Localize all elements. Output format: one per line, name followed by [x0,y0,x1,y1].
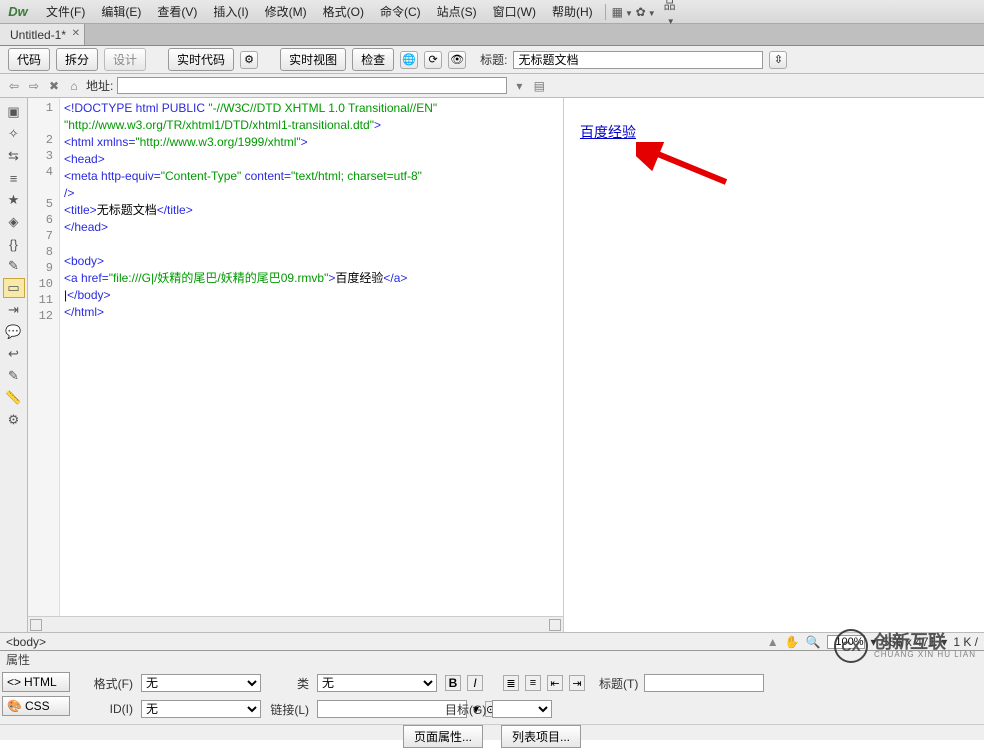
globe-icon[interactable]: 🌐 [400,51,418,69]
tool-brackets-icon[interactable]: ≡ [3,168,25,188]
zoom-icon[interactable]: 🔍 [806,635,821,649]
code-content[interactable]: <!DOCTYPE html PUBLIC "-//W3C//DTD XHTML… [60,98,563,616]
id-select[interactable]: 无 [141,700,261,718]
horizontal-scrollbar[interactable] [28,616,563,632]
menu-help[interactable]: 帮助(H) [544,1,601,22]
css-mode-button[interactable]: 🎨CSS [2,696,70,716]
format-label: 格式(F) [78,675,133,692]
tool-wrap-icon[interactable]: ↩ [3,344,25,364]
bold-button[interactable]: B [445,675,461,691]
ol-button[interactable]: ≡ [525,675,541,691]
menu-window[interactable]: 窗口(W) [485,1,544,22]
left-toolbar: ▣ ✧ ⇆ ≡ ★ ◈ {} ✎ ▭ ⇥ 💬 ↩ ✎ 📏 ⚙ [0,98,28,632]
main-area: ▣ ✧ ⇆ ≡ ★ ◈ {} ✎ ▭ ⇥ 💬 ↩ ✎ 📏 ⚙ 1 234 567… [0,98,984,632]
live-code-button[interactable]: 实时代码 [168,48,234,71]
indent-button[interactable]: ⇥ [569,675,585,691]
italic-button[interactable]: I [467,675,483,691]
tool-swap-icon[interactable]: ⇆ [3,146,25,166]
watermark-brand: 创新互联 [874,633,976,651]
tool-indent-icon[interactable]: ⇥ [3,300,25,320]
tool-braces-icon[interactable]: {} [3,234,25,254]
eye-icon[interactable]: 👁 [448,51,466,69]
menu-bar: Dw 文件(F) 编辑(E) 查看(V) 插入(I) 修改(M) 格式(O) 命… [0,0,984,24]
document-tab[interactable]: Untitled-1* ✕ [0,24,85,45]
inspect-button[interactable]: 检查 [352,48,394,71]
forward-icon[interactable]: ⇨ [26,79,42,93]
pointer-icon[interactable]: ▲ [767,635,779,649]
tool-gear-icon[interactable]: ⚙ [3,410,25,430]
menu-edit[interactable]: 编辑(E) [93,1,149,22]
layout-icon[interactable]: ▦▼ [612,5,632,19]
target-select[interactable] [492,700,552,718]
back-icon[interactable]: ⇦ [6,79,22,93]
title-attr-input[interactable] [644,674,764,692]
tool-highlight-icon[interactable]: ▭ [3,278,25,298]
code-view-button[interactable]: 代码 [8,48,50,71]
menu-site[interactable]: 站点(S) [429,1,485,22]
watermark-sub: CHUANG XIN HU LIAN [874,651,976,659]
tool-comment-icon[interactable]: ✎ [3,256,25,276]
app-logo: Dw [4,2,32,22]
address-bar: ⇦ ⇨ ✖ ⌂ 地址: ▾ ▤ [0,74,984,98]
address-input[interactable] [117,77,507,94]
menu-insert[interactable]: 插入(I) [205,1,256,22]
title-scroll-icon[interactable]: ⇳ [769,51,787,69]
title-label: 标题: [480,51,507,68]
ul-button[interactable]: ≣ [503,675,519,691]
page-properties-button[interactable]: 页面属性... [403,725,483,748]
link-label: 链接(L) [269,701,309,718]
css-icon: 🎨 [7,699,22,713]
tool-nav-icon[interactable]: ◈ [3,212,25,232]
site-icon[interactable]: 品▼ [660,0,680,27]
menu-format[interactable]: 格式(O) [315,1,372,22]
class-select[interactable]: 无 [317,674,437,692]
view-toolbar: 代码 拆分 设计 实时代码 ⚙ 实时视图 检查 🌐 ⟳ 👁 标题: ⇳ [0,46,984,74]
tool-balloon-icon[interactable]: 💬 [3,322,25,342]
title-attr-label: 标题(T) [599,675,638,692]
refresh-icon[interactable]: ⟳ [424,51,442,69]
menu-file[interactable]: 文件(F) [38,1,93,22]
format-select[interactable]: 无 [141,674,261,692]
tag-selector[interactable]: <body> [6,635,46,649]
separator [605,4,606,20]
tool-star-icon[interactable]: ★ [3,190,25,210]
html-mode-button[interactable]: <>HTML [2,672,70,692]
stop-icon[interactable]: ✖ [46,79,62,93]
watermark-logo-icon: CX [834,629,868,663]
home-icon[interactable]: ⌂ [66,79,82,93]
outdent-button[interactable]: ⇤ [547,675,563,691]
watermark: CX 创新互联 CHUANG XIN HU LIAN [834,629,976,663]
live-view-button[interactable]: 实时视图 [280,48,346,71]
class-label: 类 [269,675,309,692]
tool-pencil-icon[interactable]: ✎ [3,366,25,386]
document-tabs: Untitled-1* ✕ [0,24,984,46]
tool-wand-icon[interactable]: ✧ [3,124,25,144]
list-item-button[interactable]: 列表项目... [501,725,581,748]
close-icon[interactable]: ✕ [72,28,80,39]
code-editor: 1 234 56789101112 <!DOCTYPE html PUBLIC … [28,98,564,632]
hand-icon[interactable]: ✋ [785,635,800,649]
list-icon[interactable]: ▤ [531,79,547,93]
live-code-opts-icon[interactable]: ⚙ [240,51,258,69]
tool-ruler-icon[interactable]: 📏 [3,388,25,408]
preview-link[interactable]: 百度经验 [580,122,636,142]
properties-panel: 属性 <>HTML 🎨CSS 格式(F) 无 类 无 B I ≣ ≡ ⇤ ⇥ 标… [0,650,984,740]
menu-modify[interactable]: 修改(M) [257,1,315,22]
html-tag-icon: <> [7,675,21,689]
id-label: ID(I) [78,702,133,716]
address-label: 地址: [86,77,113,94]
live-preview: 百度经验 [564,98,984,632]
target-label: 目标(G) [445,701,486,718]
menu-view[interactable]: 查看(V) [149,1,205,22]
design-view-button[interactable]: 设计 [104,48,146,71]
title-input[interactable] [513,51,763,69]
line-gutter: 1 234 56789101112 [28,98,60,616]
document-tab-label: Untitled-1* [10,28,66,42]
address-dropdown-icon[interactable]: ▾ [511,79,527,93]
extend-icon[interactable]: ✿▼ [636,5,656,19]
tool-collapse-icon[interactable]: ▣ [3,102,25,122]
menu-commands[interactable]: 命令(C) [372,1,429,22]
split-view-button[interactable]: 拆分 [56,48,98,71]
